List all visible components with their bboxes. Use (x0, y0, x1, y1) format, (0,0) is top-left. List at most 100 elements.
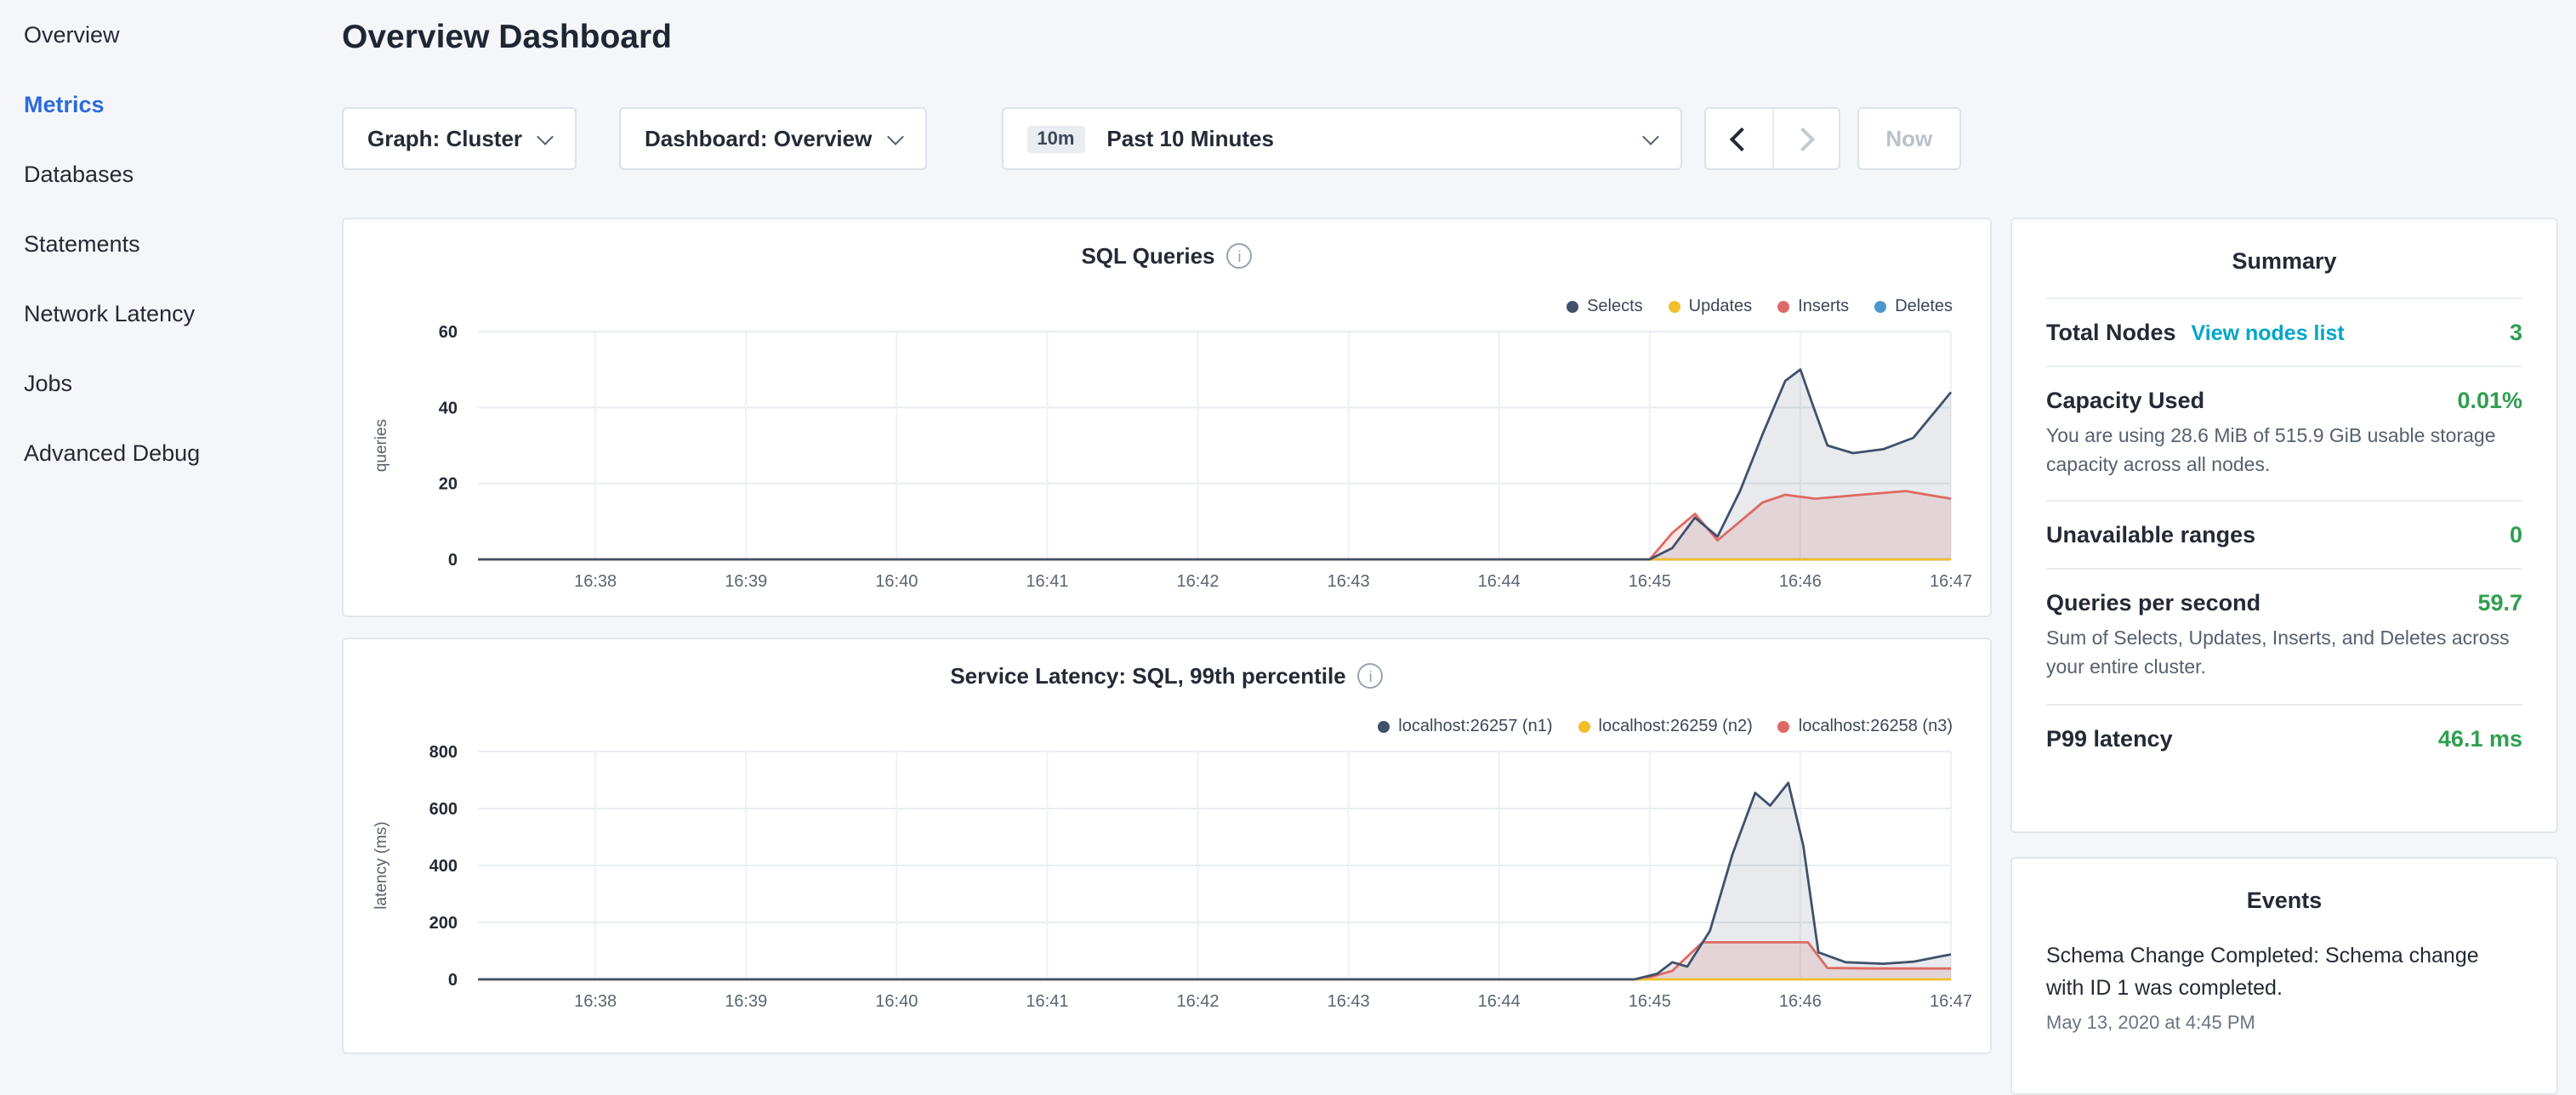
sidebar-item-databases[interactable]: Databases (0, 139, 333, 209)
svg-text:600: 600 (429, 800, 458, 819)
svg-text:20: 20 (439, 475, 458, 494)
svg-text:16:44: 16:44 (1478, 992, 1521, 1011)
svg-text:16:42: 16:42 (1176, 572, 1219, 591)
chart-canvas: 020040060080016:3816:3916:4016:4116:4216… (345, 735, 1992, 1041)
chart-plot: 020040060080016:3816:3916:4016:4116:4216… (345, 735, 1992, 1041)
app-root: Overview Metrics Databases Statements Ne… (0, 0, 2576, 1051)
chart-legend: localhost:26257 (n1) localhost:26259 (n2)… (1378, 718, 1953, 736)
svg-text:800: 800 (429, 743, 458, 762)
now-button[interactable]: Now (1857, 107, 1961, 170)
legend-item: localhost:26257 (n1) (1378, 718, 1552, 736)
summary-title: Summary (2046, 219, 2522, 298)
page-title: Overview Dashboard (342, 19, 672, 58)
dashboard-dropdown[interactable]: Dashboard: Overview (619, 107, 926, 170)
stat-value: 3 (2510, 320, 2522, 345)
legend-dot-icon (1669, 301, 1680, 313)
svg-text:16:45: 16:45 (1629, 572, 1671, 591)
stat-row-p99-latency: P99 latency 46.1 ms (2046, 703, 2522, 771)
stat-value: 0.01% (2457, 388, 2522, 413)
sql-queries-chart-card: SQL Queries SelectsUpdatesInsertsDeletes… (342, 218, 1992, 617)
legend-label: Deletes (1895, 298, 1953, 316)
stat-value: 46.1 ms (2438, 725, 2522, 751)
stat-label: Unavailable ranges (2046, 523, 2255, 548)
time-range-arrows (1703, 107, 1840, 170)
stat-label: P99 latency (2046, 725, 2173, 751)
svg-text:16:43: 16:43 (1328, 572, 1370, 591)
info-icon[interactable] (1358, 663, 1384, 689)
svg-text:16:38: 16:38 (574, 992, 617, 1011)
legend-item: Selects (1567, 298, 1643, 316)
stat-row-total-nodes: Total Nodes View nodes list 3 (2046, 298, 2522, 366)
svg-text:16:39: 16:39 (725, 992, 767, 1011)
svg-text:16:41: 16:41 (1026, 992, 1068, 1011)
legend-dot-icon (1777, 301, 1789, 313)
sidebar-item-metrics[interactable]: Metrics (0, 70, 333, 139)
summary-panel: Summary Total Nodes View nodes list 3 Ca… (2010, 218, 2558, 833)
stat-label: Total Nodes (2046, 320, 2176, 345)
events-panel: Events Schema Change Completed: Schema c… (2010, 857, 2558, 1095)
legend-item: Inserts (1777, 298, 1849, 316)
event-item: Schema Change Completed: Schema change w… (2046, 940, 2522, 1033)
service-latency-chart-card: Service Latency: SQL, 99th percentile lo… (342, 638, 1992, 1054)
svg-text:16:46: 16:46 (1779, 572, 1822, 591)
sidebar-item-network-latency[interactable]: Network Latency (0, 279, 333, 349)
chart-canvas: 020406016:3816:3916:4016:4116:4216:4316:… (345, 315, 1992, 621)
svg-text:0: 0 (448, 971, 458, 990)
view-nodes-list-link[interactable]: View nodes list (2192, 321, 2345, 345)
chevron-down-icon (886, 128, 903, 145)
chart-header: Service Latency: SQL, 99th percentile (344, 663, 1990, 689)
info-icon[interactable] (1227, 243, 1253, 269)
event-timestamp: May 13, 2020 at 4:45 PM (2046, 1013, 2522, 1033)
events-title: Events (2046, 859, 2522, 937)
svg-text:queries: queries (372, 419, 390, 472)
legend-item: localhost:26259 (n2) (1578, 718, 1753, 736)
legend-label: localhost:26258 (n3) (1799, 718, 1953, 736)
chevron-down-icon (537, 128, 554, 145)
stat-caption: You are using 28.6 MiB of 515.9 GiB usab… (2046, 423, 2522, 480)
graph-dropdown-label: Graph: Cluster (367, 126, 522, 151)
svg-text:latency (ms): latency (ms) (372, 821, 390, 909)
time-window-selector[interactable]: 10m Past 10 Minutes (1001, 107, 1681, 170)
sidebar: Overview Metrics Databases Statements Ne… (0, 0, 333, 1051)
legend-item: localhost:26258 (n3) (1778, 718, 1953, 736)
legend-dot-icon (1578, 721, 1590, 733)
stat-row-capacity-used: Capacity Used 0.01% You are using 28.6 M… (2046, 366, 2522, 501)
chart-title: Service Latency: SQL, 99th percentile (950, 663, 1345, 689)
svg-text:200: 200 (429, 914, 458, 933)
chevron-right-icon (1791, 127, 1815, 150)
sidebar-item-statements[interactable]: Statements (0, 209, 333, 279)
chart-plot: 020406016:3816:3916:4016:4116:4216:4316:… (345, 315, 1992, 621)
legend-label: localhost:26257 (n1) (1398, 718, 1552, 736)
stat-caption: Sum of Selects, Updates, Inserts, and De… (2046, 627, 2522, 684)
svg-text:16:42: 16:42 (1176, 992, 1219, 1011)
sidebar-item-advanced-debug[interactable]: Advanced Debug (0, 418, 333, 488)
graph-dropdown[interactable]: Graph: Cluster (342, 107, 577, 170)
legend-dot-icon (1567, 301, 1578, 313)
stat-label: Capacity Used (2046, 388, 2204, 413)
sidebar-item-jobs[interactable]: Jobs (0, 349, 333, 418)
legend-label: localhost:26259 (n2) (1599, 718, 1753, 736)
time-back-button[interactable] (1705, 109, 1771, 168)
sidebar-item-overview[interactable]: Overview (0, 0, 333, 70)
stat-row-unavailable-ranges: Unavailable ranges 0 (2046, 501, 2522, 569)
stat-value: 0 (2510, 523, 2522, 548)
svg-text:16:47: 16:47 (1930, 992, 1972, 1011)
svg-text:40: 40 (439, 399, 458, 417)
svg-text:16:40: 16:40 (875, 992, 918, 1011)
stat-value: 59.7 (2477, 591, 2522, 616)
chart-legend: Selects Updates Inserts Deletes (1567, 298, 1953, 316)
legend-label: Inserts (1798, 298, 1849, 316)
svg-text:16:45: 16:45 (1629, 992, 1671, 1011)
legend-label: Updates (1689, 298, 1753, 316)
svg-text:16:40: 16:40 (875, 572, 918, 591)
svg-text:16:41: 16:41 (1026, 572, 1068, 591)
toolbar: Graph: Cluster Dashboard: Overview 10m P… (342, 107, 1961, 170)
legend-label: Selects (1587, 298, 1643, 316)
legend-item: Deletes (1874, 298, 1953, 316)
chevron-left-icon (1729, 127, 1753, 150)
time-window-label: Past 10 Minutes (1106, 126, 1274, 151)
time-forward-button[interactable] (1771, 109, 1838, 168)
stat-row-queries-per-second: Queries per second 59.7 Sum of Selects, … (2046, 569, 2522, 704)
svg-text:16:47: 16:47 (1930, 572, 1972, 591)
legend-item: Updates (1669, 298, 1753, 316)
